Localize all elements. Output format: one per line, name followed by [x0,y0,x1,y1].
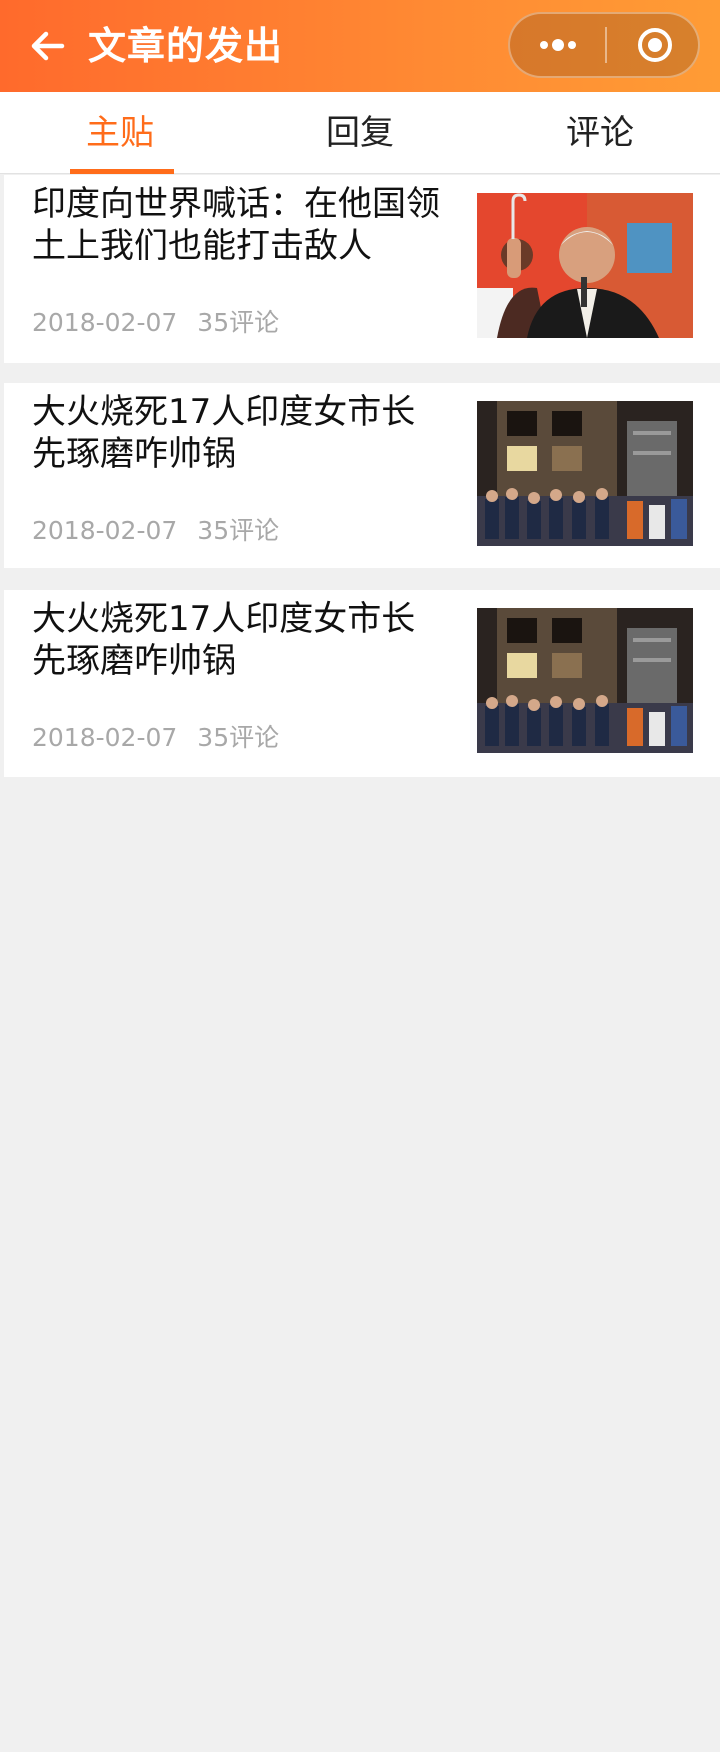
post-comment-count: 35评论 [197,308,280,337]
thumbnail-image [477,608,693,753]
post-date: 2018-02-07 [32,516,178,545]
post-meta: 2018-02-07 35评论 [32,511,279,547]
card-edge [0,383,4,401]
post-comment-count: 35评论 [197,516,280,545]
back-button[interactable] [26,24,70,68]
post-date: 2018-02-07 [32,723,178,752]
page-title: 文章的发出 [88,24,284,68]
post-card[interactable]: 印度向世界喊话：在他国领土上我们也能打击敌人 2018-02-07 35评论 [0,175,720,363]
post-thumbnail[interactable] [477,608,693,753]
close-mini-program-button[interactable] [607,14,702,76]
card-edge [0,755,4,773]
thumbnail-image [477,193,693,338]
card-edge [0,590,4,608]
post-meta: 2018-02-07 35评论 [32,718,279,754]
tab-comments[interactable]: 评论 [480,92,720,174]
card-edge [0,475,4,493]
post-comment-count: 35评论 [197,723,280,752]
target-circle-icon [637,28,672,62]
card-edge [0,335,4,353]
post-thumbnail[interactable] [477,193,693,338]
card-edge [0,702,4,720]
mini-program-capsule [508,12,700,78]
post-title[interactable]: 大火烧死17人印度女市长先琢磨咋帅锅 [32,598,442,682]
card-edge [0,270,4,288]
post-title[interactable]: 印度向世界喊话：在他国领土上我们也能打击敌人 [32,183,442,267]
top-navigation-bar: 文章的发出 [0,0,720,92]
post-meta: 2018-02-07 35评论 [32,303,279,339]
more-menu-button[interactable] [510,14,605,76]
tab-replies[interactable]: 回复 [240,92,480,174]
thumbnail-image [477,401,693,546]
tab-main-posts[interactable]: 主贴 [0,92,240,174]
back-arrow-icon [31,31,65,61]
post-card[interactable]: 大火烧死17人印度女市长先琢磨咋帅锅 2018-02-07 35评论 [0,383,720,571]
post-card[interactable]: 大火烧死17人印度女市长先琢磨咋帅锅 2018-02-07 35评论 [0,590,720,777]
post-date: 2018-02-07 [32,308,178,337]
tab-bar: 主贴 回复 评论 [0,92,720,174]
post-title[interactable]: 大火烧死17人印度女市长先琢磨咋帅锅 [32,391,442,475]
card-edge [0,175,4,193]
active-tab-indicator [70,169,174,174]
card-edge [0,553,4,571]
post-thumbnail[interactable] [477,401,693,546]
more-dots-icon [539,39,576,51]
